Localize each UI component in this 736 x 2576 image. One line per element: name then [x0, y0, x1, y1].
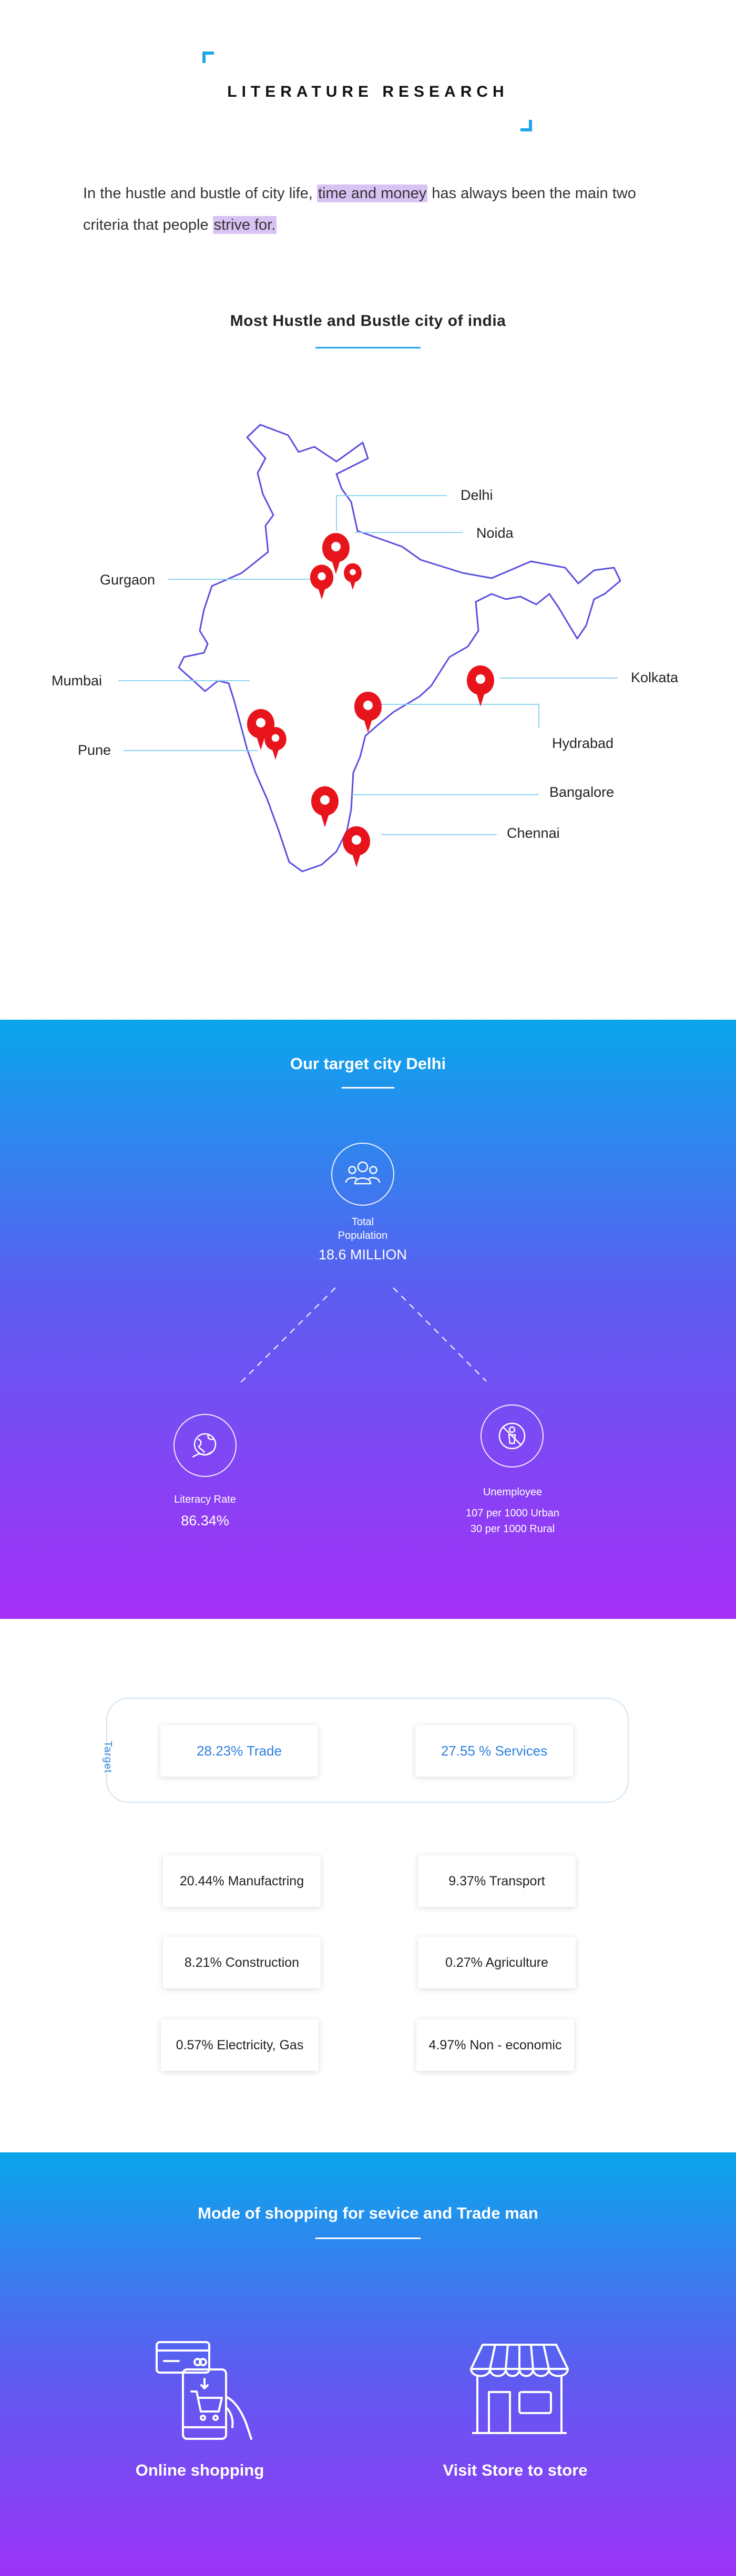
city-label-chennai: Chennai — [507, 825, 560, 841]
online-shopping-icon — [156, 2341, 252, 2440]
city-label-delhi: Delhi — [461, 487, 493, 503]
sector-card-electricity: 0.57% Electricity, Gas — [161, 2019, 319, 2071]
city-label-kolkata: Kolkata — [631, 670, 679, 685]
pin-icon-chennai — [343, 826, 370, 867]
shopping-title-underline — [315, 2238, 421, 2239]
sector-card-agriculture: 0.27% Agriculture — [418, 1937, 576, 1988]
intro-highlight-time-money: time and money — [316, 184, 428, 202]
city-label-gurgaon: Gurgaon — [100, 572, 156, 588]
target-city-section: Our target city Delhi Total Population 1… — [0, 1020, 736, 1619]
shopping-title: Mode of shopping for sevice and Trade ma… — [198, 2204, 538, 2222]
corner-bracket-bottom-right — [520, 120, 532, 131]
literacy-label: Literacy Rate — [174, 1494, 236, 1505]
no-work-icon — [498, 1422, 526, 1450]
intro-highlight-strive: strive for. — [212, 216, 277, 234]
literacy-value: 86.34% — [181, 1513, 229, 1528]
pin-icon-kolkata — [467, 665, 494, 706]
store-label: Visit Store to store — [443, 2461, 588, 2479]
unemployee-values: 107 per 1000 Urban 30 per 1000 Rural — [434, 1505, 591, 1537]
sector-card-manufacturing: 20.44% Manufactring — [163, 1855, 321, 1907]
unemployee-circle — [481, 1404, 544, 1467]
city-label-bangalore: Bangalore — [549, 784, 615, 800]
city-label-mumbai: Mumbai — [52, 673, 103, 689]
intro-text-1: In the hustle and bustle of city life, — [83, 185, 317, 202]
unemployee-urban: 107 per 1000 Urban — [466, 1507, 559, 1519]
map-title-underline — [315, 347, 421, 348]
india-outline — [178, 424, 621, 873]
india-map — [118, 424, 621, 873]
sector-section: Target 28.23% Trade 27.55 % Services 20.… — [0, 1619, 736, 2152]
sector-card-non-economic: 4.97% Non - economic — [416, 2019, 574, 2071]
city-label-pune: Pune — [78, 742, 111, 758]
unemployee-label: Unemployee — [483, 1486, 543, 1498]
sector-card-trade: 28.23% Trade — [160, 1725, 318, 1777]
city-label-hydrabad: Hydrabad — [552, 735, 614, 751]
online-shopping-label: Online shopping — [135, 2461, 264, 2479]
sector-card-services: 27.55 % Services — [415, 1725, 573, 1777]
store-icon — [470, 2344, 569, 2434]
literacy-circle — [173, 1414, 237, 1477]
map-leader-lines — [118, 495, 618, 835]
pin-icon-pune — [264, 727, 287, 760]
shopping-section: Mode of shopping for sevice and Trade ma… — [0, 2152, 736, 2576]
target-tag: Target — [102, 1741, 114, 1773]
connector-lines — [240, 1287, 487, 1383]
globe-hand-icon — [192, 1433, 217, 1458]
intro-paragraph: In the hustle and bustle of city life, t… — [83, 178, 661, 241]
unemployee-rural: 30 per 1000 Rural — [470, 1523, 555, 1535]
literature-research-section: LITERATURE RESEARCH In the hustle and bu… — [0, 0, 736, 1020]
map-title: Most Hustle and Bustle city of india — [230, 312, 506, 330]
pin-icon-hydrabad — [354, 692, 382, 733]
city-label-noida: Noida — [476, 525, 514, 541]
pin-icon-noida — [344, 563, 362, 590]
sector-card-construction: 8.21% Construction — [163, 1937, 321, 1988]
pin-icon-gurgaon — [310, 565, 334, 600]
pin-icon-bangalore — [311, 786, 339, 827]
corner-bracket-top-left — [202, 52, 214, 63]
literature-research-title: LITERATURE RESEARCH — [227, 83, 509, 100]
sector-card-transport: 9.37% Transport — [418, 1855, 576, 1907]
